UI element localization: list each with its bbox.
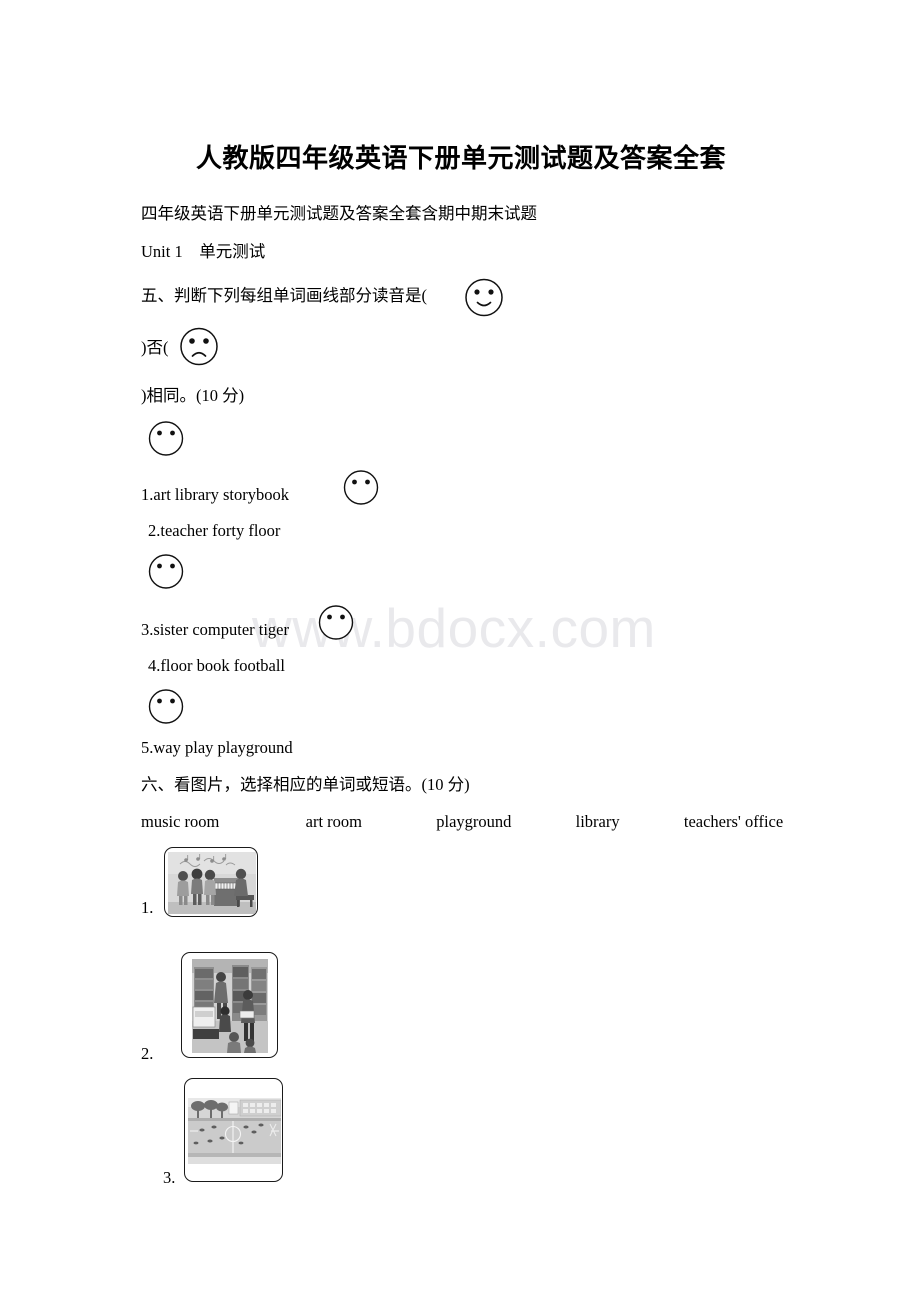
- section-five-item-1: 1.art library storybook: [141, 484, 289, 506]
- neutral-face-icon: [147, 688, 185, 725]
- section-five-item-3-text: 3.sister computer tiger: [141, 620, 290, 639]
- section-five-prompt-part3: )相同。(10 分): [141, 386, 245, 405]
- happy-face-icon: [463, 278, 505, 318]
- watermark-text: www.bdocx.com: [252, 597, 656, 659]
- document-subtitle: 四年级英语下册单元测试题及答案全套含期中期末试题: [141, 204, 537, 223]
- word-bank-item-4: teachers' office: [683, 812, 784, 831]
- unit-heading: Unit 1 单元测试: [141, 242, 266, 261]
- picture-question-3-number: 3.: [163, 1168, 176, 1187]
- document-page: www.bdocx.com 人教版四年级英语下册单元测试题及答案全套 四年级英语…: [0, 0, 920, 1302]
- section-five-item-2-text: 2.teacher forty floor: [148, 521, 281, 540]
- section-six-prompt: 六、看图片，选择相应的单词或短语。(10 分): [141, 775, 470, 794]
- section-five-item-4-text: 4.floor book football: [148, 656, 286, 675]
- playground-photo-image: [188, 1098, 281, 1164]
- neutral-face-icon: [342, 469, 380, 506]
- library-photo-image: [192, 959, 268, 1053]
- section-five-prompt-line2: )否(: [141, 337, 169, 359]
- neutral-face-icon: [317, 604, 355, 641]
- library-photo: [181, 952, 278, 1058]
- word-bank-item-3: library: [575, 812, 620, 831]
- section-five-prompt-part2: )否(: [141, 338, 169, 357]
- music-room-photo-image: [168, 852, 256, 914]
- picture-question-1-number: 1.: [141, 898, 154, 917]
- picture-question-2-number: 2.: [141, 1044, 154, 1063]
- section-five-item-5-text: 5.way play playground: [141, 738, 293, 757]
- word-bank-item-1: art room: [305, 812, 362, 831]
- section-five-prompt-line3: )相同。(10 分): [141, 385, 244, 407]
- word-bank-item-0: music room: [141, 812, 220, 831]
- section-six-word-bank: music room art room playground library t…: [141, 811, 783, 833]
- music-room-photo: [164, 847, 258, 917]
- section-five-item-3: 3.sister computer tiger: [141, 619, 289, 641]
- section-five-prompt-line1: 五、判断下列每组单词画线部分读音是(: [141, 285, 427, 307]
- playground-photo: [184, 1078, 283, 1182]
- section-five-item-4: 4.floor book football: [141, 655, 285, 677]
- section-five-item-2: 2.teacher forty floor: [141, 520, 280, 542]
- neutral-face-icon: [147, 553, 185, 590]
- section-five-item-1-text: 1.art library storybook: [141, 485, 290, 504]
- page-title: 人教版四年级英语下册单元测试题及答案全套: [195, 144, 726, 173]
- sad-face-icon: [178, 327, 220, 367]
- section-five-prompt-part1: 五、判断下列每组单词画线部分读音是(: [141, 286, 427, 305]
- section-five-item-5: 5.way play playground: [141, 737, 293, 759]
- word-bank-item-2: playground: [436, 812, 512, 831]
- neutral-face-icon: [147, 420, 185, 457]
